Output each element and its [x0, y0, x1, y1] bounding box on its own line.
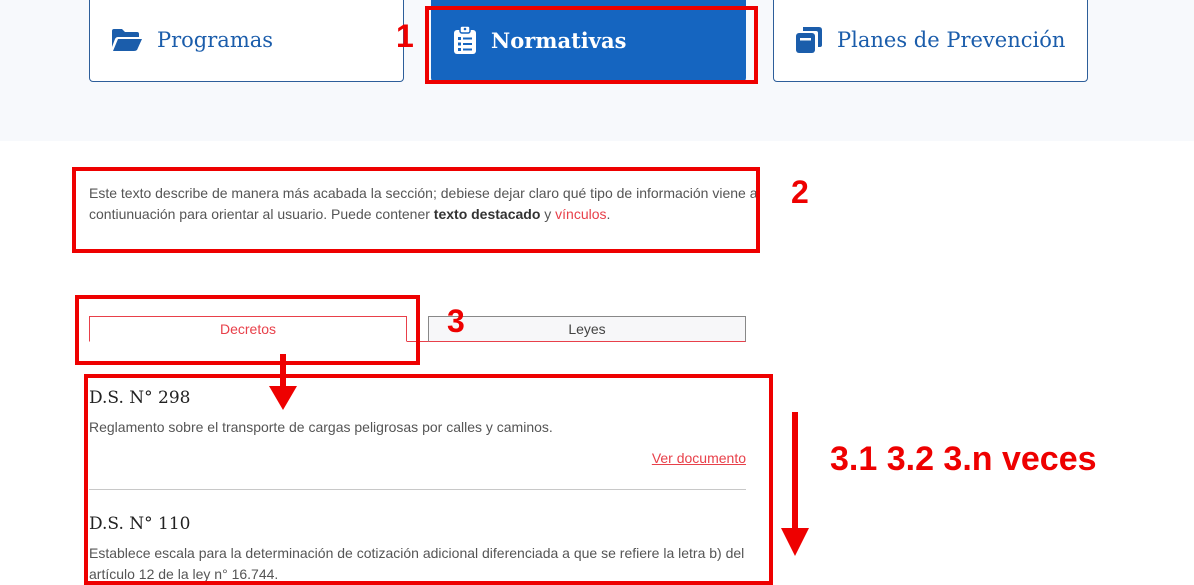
section-description: Este texto describe de manera más acabad…	[89, 183, 759, 225]
folder-open-icon	[111, 28, 143, 52]
copy-icon	[795, 26, 823, 54]
annotation-arrow-down-icon	[781, 412, 809, 556]
intro-text: Este texto describe de manera más acabad…	[89, 185, 758, 222]
document-description: Establece escala para la determinación d…	[89, 545, 745, 582]
annotation-number-3: 3	[447, 303, 465, 339]
nav-card-normativas[interactable]: Normativas	[431, 0, 746, 82]
clipboard-list-icon	[453, 26, 477, 54]
view-document-link[interactable]: Ver documento	[652, 450, 746, 466]
document-title: D.S. N° 110	[89, 514, 191, 534]
annotation-number-1: 1	[396, 18, 414, 54]
intro-link[interactable]: vínculos	[555, 206, 606, 222]
tab-underline	[407, 341, 428, 342]
tab-decretos[interactable]: Decretos	[89, 316, 407, 342]
tab-leyes[interactable]: Leyes	[428, 316, 746, 342]
annotation-number-2: 2	[791, 174, 809, 210]
nav-card-planes-de-prevencion[interactable]: Planes de Prevención	[773, 0, 1088, 82]
annotation-arrow-down-icon	[269, 354, 297, 410]
nav-card-label: Normativas	[491, 27, 627, 53]
intro-text-middle: y	[540, 206, 556, 222]
document-divider	[89, 489, 746, 490]
document-description: Reglamento sobre el transporte de cargas…	[89, 419, 553, 435]
highlighted-text: texto destacado	[433, 206, 541, 222]
document-title: D.S. N° 298	[89, 388, 191, 408]
nav-card-programas[interactable]: Programas	[89, 0, 404, 82]
nav-card-label: Planes de Prevención	[837, 28, 1066, 52]
annotation-repeat-label: 3.1 3.2 3.n veces	[830, 440, 1097, 478]
intro-text-end: .	[606, 206, 611, 222]
nav-card-label: Programas	[157, 28, 274, 52]
